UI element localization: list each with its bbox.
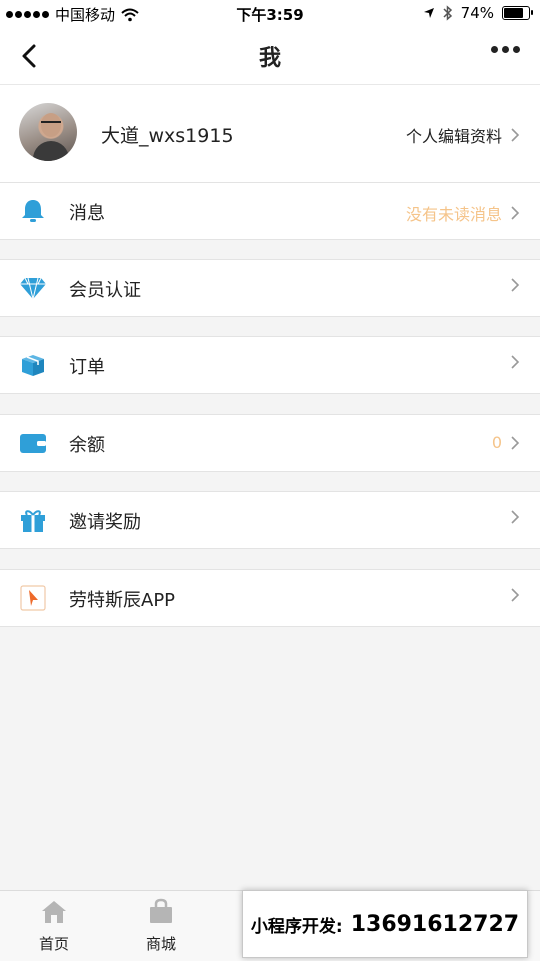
menu-label-app: 劳特斯辰APP [69,590,176,611]
edit-profile-label: 个人编辑资料 [405,127,502,146]
promo-phone: 13691612727 [350,911,520,937]
chevron-right-icon [511,510,520,524]
edit-profile-link[interactable]: 个人编辑资料 [406,123,520,147]
chevron-right-icon [511,435,520,450]
menu-item-messages[interactable]: 消息 没有未读消息 [0,182,540,240]
page-title: 我 [258,46,281,71]
menu-label-messages: 消息 [69,203,105,224]
status-bar: 中国移动 下午3:59 74% [0,0,540,28]
diamond-icon [20,277,46,300]
navigation-bar: 我 [0,28,540,84]
battery-icon [502,6,533,20]
wallet-icon [20,434,46,453]
balance-value: 0 [491,433,502,452]
tab-mall[interactable]: 商城 [116,897,206,954]
tab-label-mall: 商城 [145,935,176,953]
location-icon [423,8,434,18]
menu-label-orders: 订单 [69,357,105,378]
battery-percent: 74% [460,4,494,22]
gift-icon [21,510,45,532]
tab-label-home: 首页 [38,935,69,953]
tab-home[interactable]: 首页 [9,897,99,954]
profile-row[interactable]: 大道_wxs1915 个人编辑资料 [0,84,540,183]
home-icon [42,901,66,923]
menu-label-balance: 余额 [69,435,105,456]
bluetooth-icon [443,5,452,21]
unread-status: 没有未读消息 [405,205,502,224]
username: 大道_wxs1915 [101,125,234,147]
menu-item-membership[interactable]: 会员认证 [0,259,540,317]
chevron-right-icon [511,278,520,292]
more-dots-icon [491,46,498,53]
bell-icon [22,200,44,222]
avatar[interactable] [19,103,77,161]
chevron-right-icon [511,355,520,369]
chevron-right-icon [511,128,520,142]
more-button[interactable] [491,46,520,53]
promo-label: 小程序开发: [250,916,343,937]
menu-item-app[interactable]: 劳特斯辰APP [0,569,540,627]
chevron-right-icon [511,206,520,220]
promo-banner: 小程序开发: 13691612727 [242,890,528,958]
menu-item-invite[interactable]: 邀请奖励 [0,491,540,549]
chevron-right-icon [511,588,520,602]
menu-label-invite: 邀请奖励 [69,512,141,533]
menu-label-membership: 会员认证 [69,280,141,301]
menu-item-balance[interactable]: 余额 0 [0,414,540,472]
bag-icon [150,898,172,923]
app-logo-icon [20,585,46,611]
box-icon [22,355,44,376]
menu-item-orders[interactable]: 订单 [0,336,540,394]
